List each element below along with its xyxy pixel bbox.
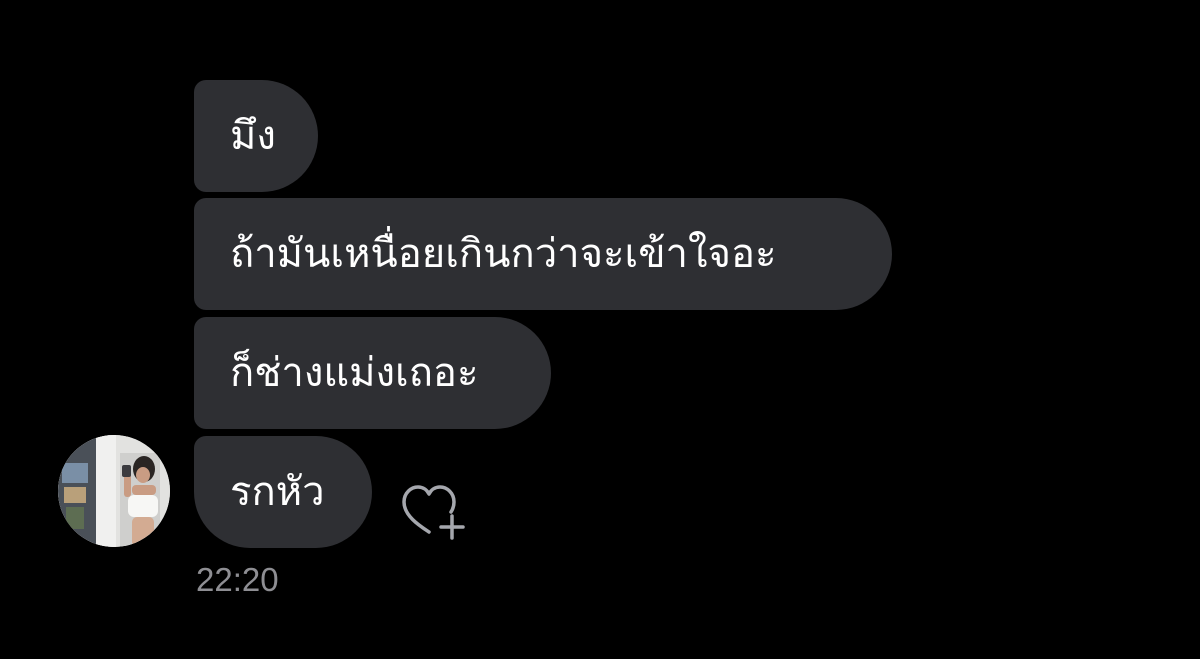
message-bubble-4[interactable]: รกหัว [194,436,372,548]
avatar-photo [58,435,170,547]
message-timestamp: 22:20 [196,561,279,598]
message-bubble-3[interactable]: ก็ช่างแม่งเถอะ [194,317,551,429]
message-bubble-1[interactable]: มึง [194,80,318,192]
message-thread: มึง ถ้ามันเหนื่อยเกินกว่าจะเข้าใจอะ ก็ช่… [0,0,1200,659]
message-bubble-2[interactable]: ถ้ามันเหนื่อยเกินกว่าจะเข้าใจอะ [194,198,892,310]
heart-plus-icon[interactable] [398,482,468,544]
sender-avatar[interactable] [58,435,170,547]
